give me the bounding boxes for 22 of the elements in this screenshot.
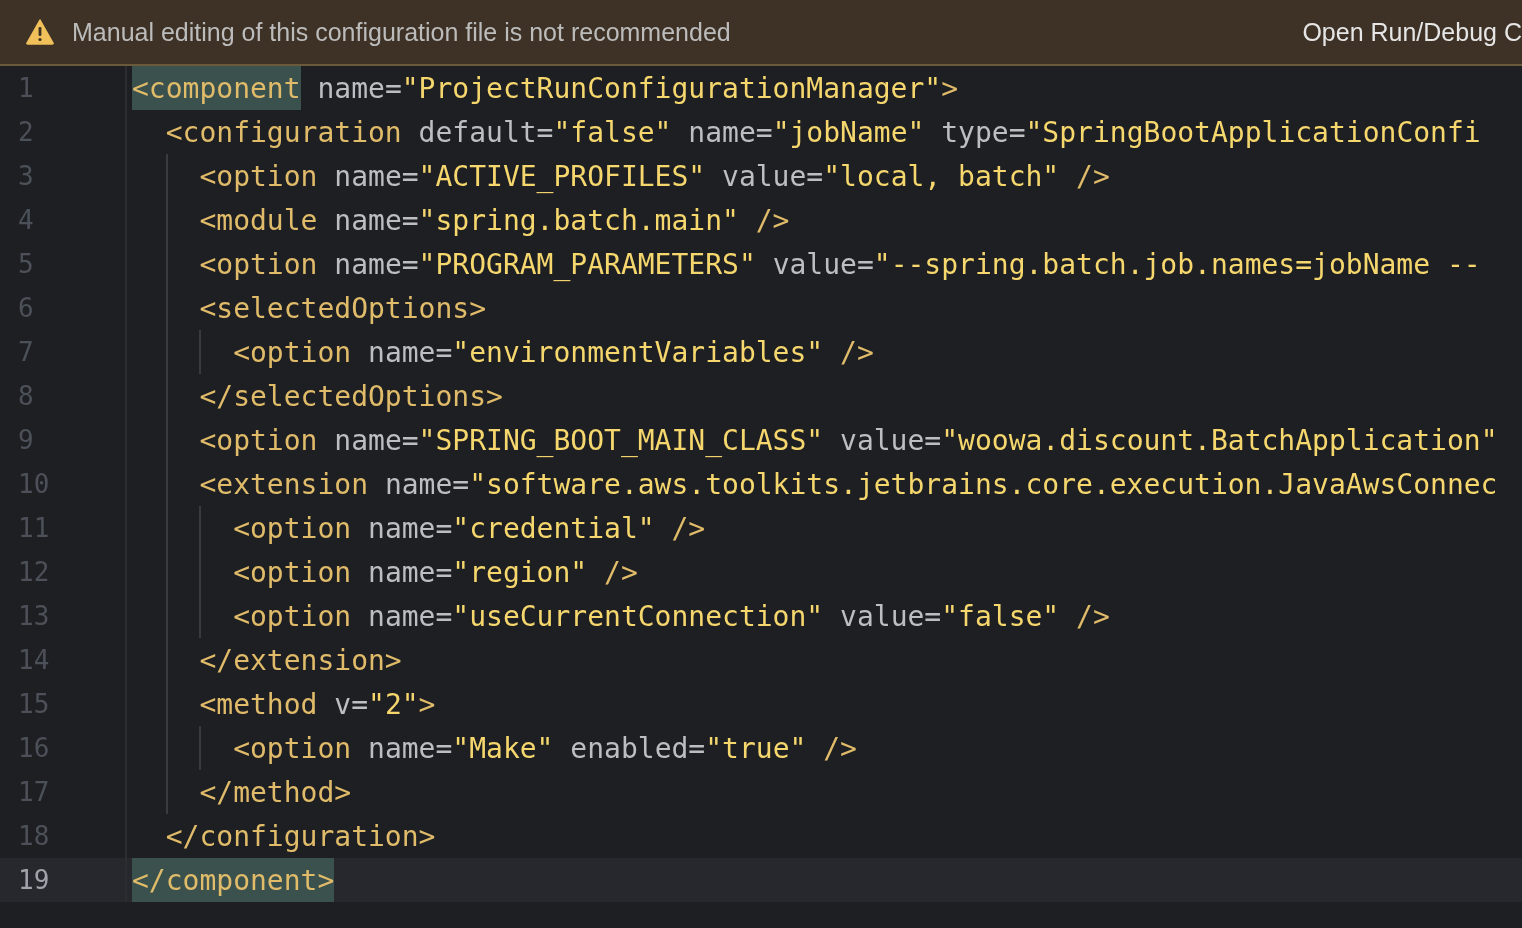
code-line: <method v="2"> (132, 682, 436, 726)
code-line: <selectedOptions> (132, 286, 486, 330)
code-line: <extension name="software.aws.toolkits.jetbrains.core.execution.JavaAwsConnec (132, 462, 1498, 506)
code-line: <option name="PROGRAM_PARAMETERS" value="--spring.batch.job.names=jobName -- (132, 242, 1481, 286)
code-line: <module name="spring.batch.main" /> (132, 198, 790, 242)
code-line: </selectedOptions> (132, 374, 503, 418)
code-line: <option name="Make" enabled="true" /> (132, 726, 857, 770)
code-line: </method> (132, 770, 352, 814)
code-line: <component name="ProjectRunConfigurationManager"> (132, 66, 959, 110)
warning-icon (26, 19, 54, 45)
warning-message: Manual editing of this configuration file is not recommended (72, 17, 731, 47)
code-line: <option name="ACTIVE_PROFILES" value="local, batch" /> (132, 154, 1110, 198)
code-line: <option name="SPRING_BOOT_MAIN_CLASS" value="woowa.discount.BatchApplication" (132, 418, 1498, 462)
line-number: 19 (0, 858, 127, 902)
code-line: <option name="credential" /> (132, 506, 706, 550)
code-line: <option name="useCurrentConnection" value="false" /> (132, 594, 1110, 638)
open-run-debug-link[interactable]: Open Run/Debug C (1302, 17, 1522, 47)
code-line: <option name="environmentVariables" /> (132, 330, 874, 374)
code-line: </extension> (132, 638, 402, 682)
code-line: </configuration> (164, 818, 436, 855)
code-line: <option name="region" /> (132, 550, 638, 594)
code-line: <configuration default="false" name="jobName" type="SpringBootApplicationConfi (164, 114, 1481, 151)
